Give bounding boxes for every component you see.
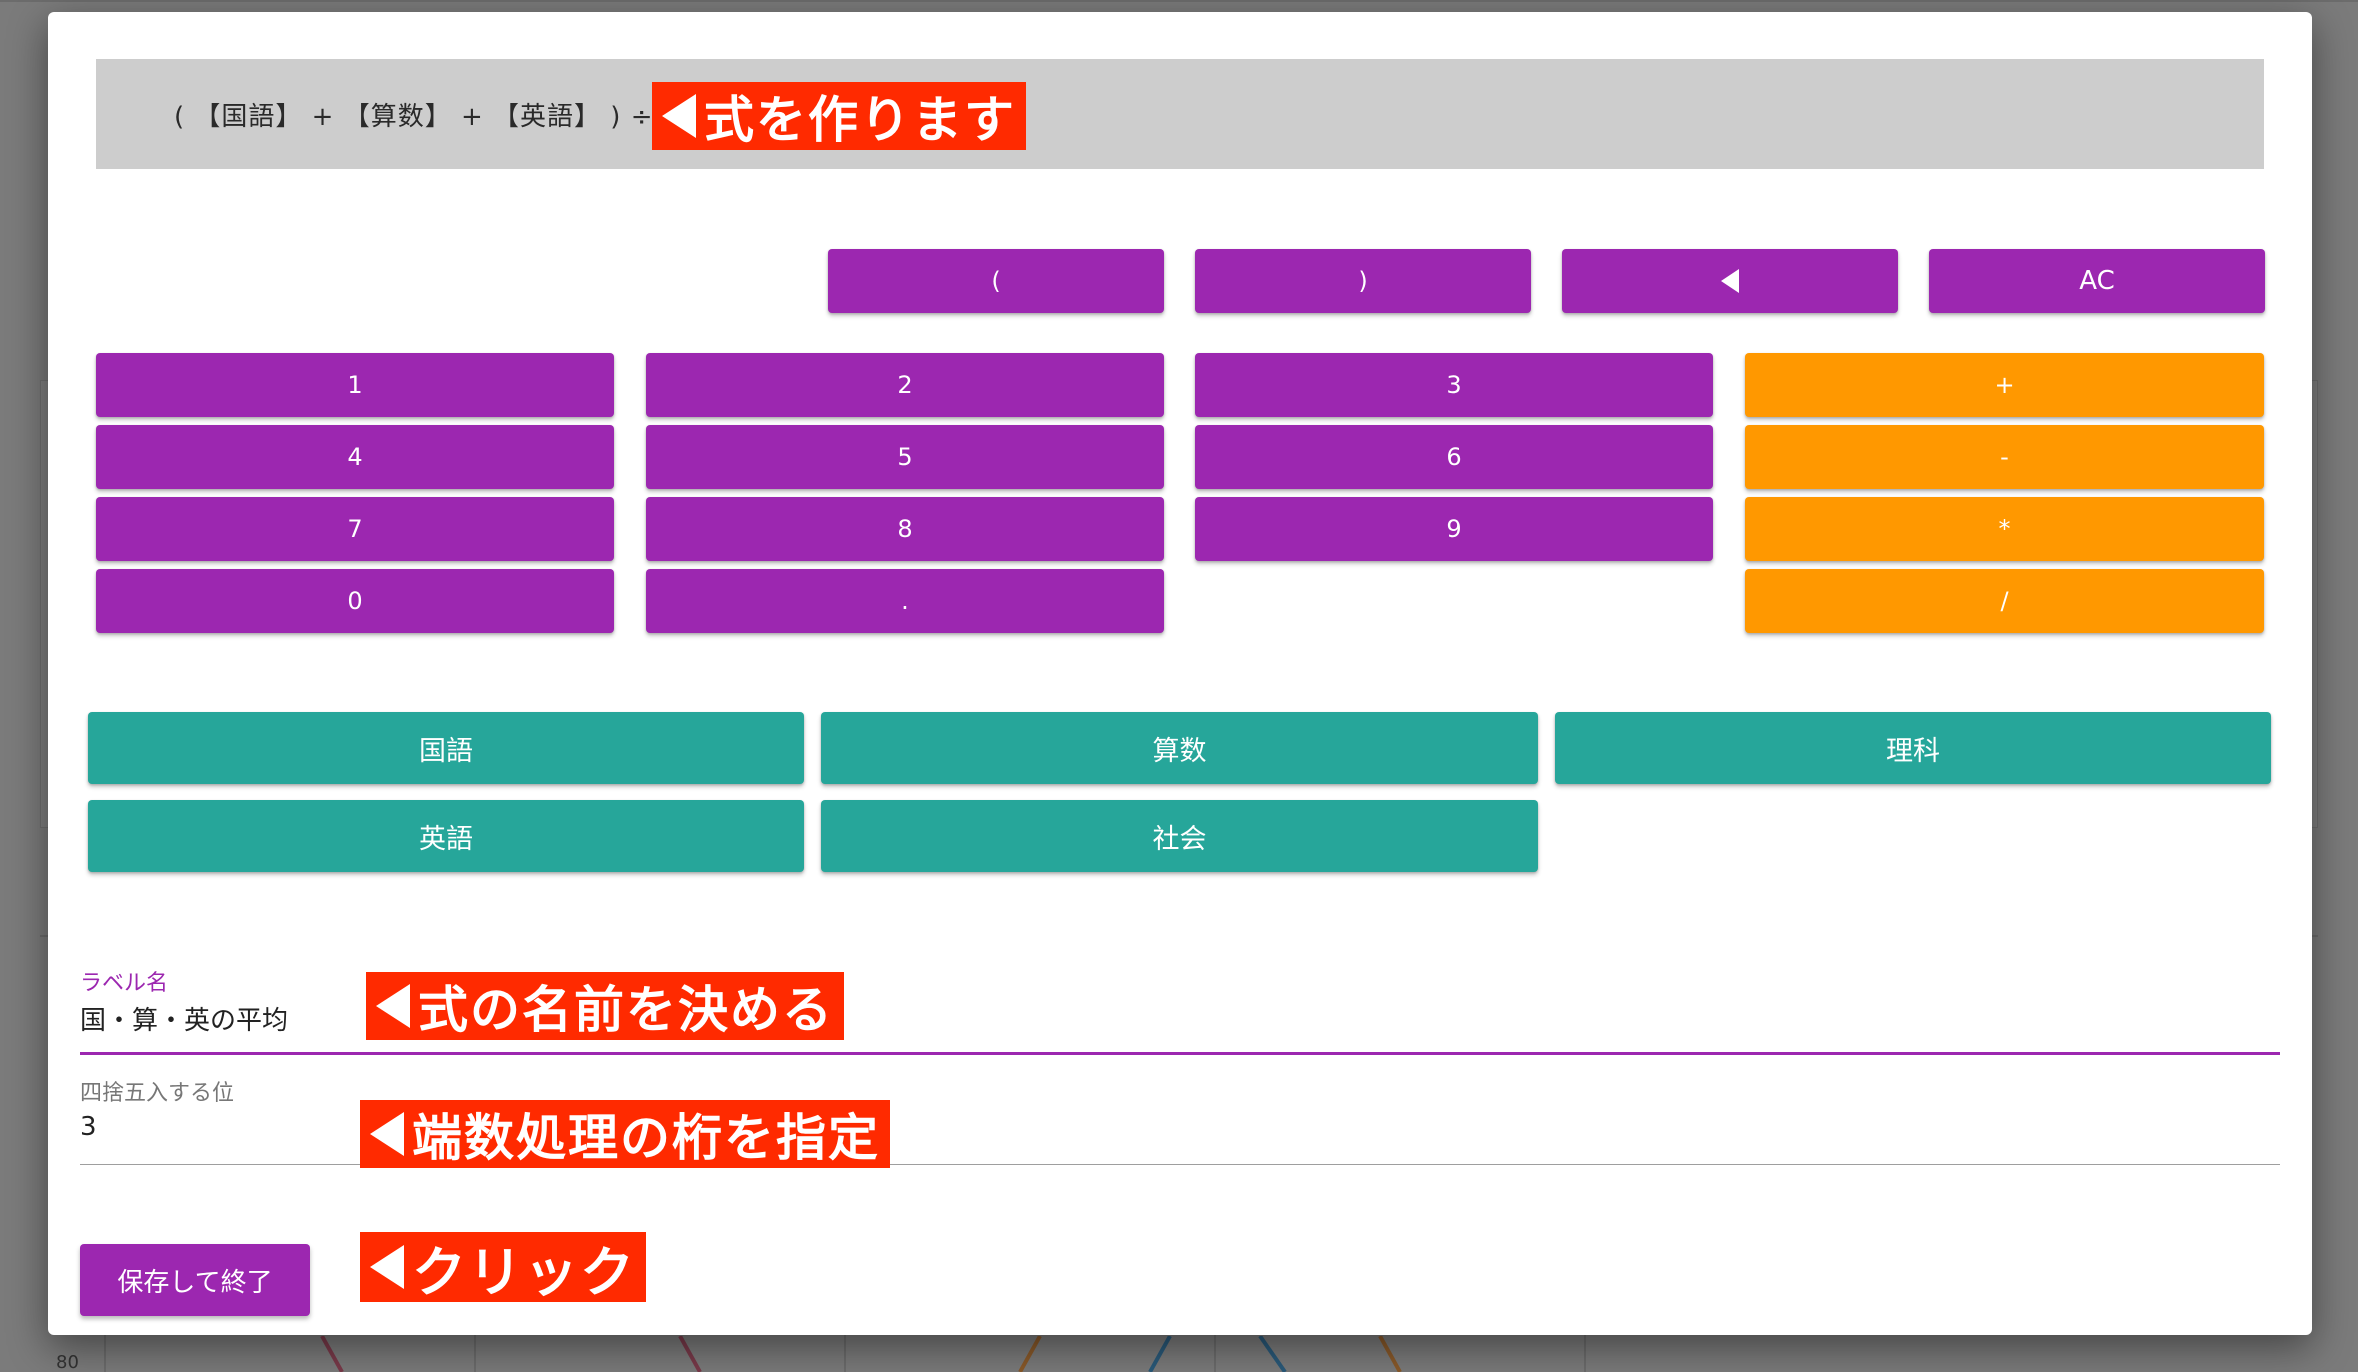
subject-label: 国語 [419, 735, 473, 767]
operator-label: + [1994, 371, 2015, 399]
digit-4-button[interactable]: 4 [96, 425, 614, 489]
digit-label: 1 [347, 371, 363, 399]
digit-6-button[interactable]: 6 [1195, 425, 1713, 489]
subject-label: 社会 [1152, 823, 1207, 855]
digit-label: 5 [897, 443, 913, 471]
digit-7-button[interactable]: 7 [96, 497, 614, 561]
subject-button-eigo[interactable]: 英語 [88, 800, 804, 872]
formula-editor-dialog: ( 【国語】 + 【算数】 + 【英語】 ) ÷ 3 式を作ります ( ) AC… [48, 12, 2312, 1335]
operator-label: - [2000, 443, 2009, 471]
digit-2-button[interactable]: 2 [646, 353, 1164, 417]
subject-label: 理科 [1886, 735, 1940, 767]
subject-button-kokugo[interactable]: 国語 [88, 712, 804, 784]
save-and-finish-label: 保存して終了 [117, 1267, 273, 1298]
annotation-formula-text: 式を作ります [704, 91, 1016, 149]
subject-button-sansu[interactable]: 算数 [821, 712, 1538, 784]
close-paren-button[interactable]: ) [1195, 249, 1531, 313]
digit-label: 9 [1446, 515, 1462, 543]
all-clear-button[interactable]: AC [1929, 249, 2265, 313]
open-paren-button[interactable]: ( [828, 249, 1164, 313]
rounding-field-label: 四捨五入する位 [80, 1081, 235, 1106]
label-name-underline [80, 1052, 2280, 1055]
pointer-arrow-icon [370, 1245, 404, 1289]
decimal-point-button[interactable]: . [646, 569, 1164, 633]
digit-label: 4 [347, 443, 363, 471]
digit-5-button[interactable]: 5 [646, 425, 1164, 489]
annotation-click-text: クリック [412, 1240, 636, 1304]
bg-chart-axis [104, 1330, 106, 1372]
digit-3-button[interactable]: 3 [1195, 353, 1713, 417]
annotation-click: クリック [360, 1232, 646, 1304]
subject-button-rika[interactable]: 理科 [1555, 712, 2271, 784]
operator-label: / [2000, 587, 2009, 615]
rounding-input[interactable]: 3 [80, 1112, 380, 1142]
plus-button[interactable]: + [1745, 353, 2264, 417]
subject-label: 英語 [419, 823, 473, 855]
pointer-arrow-icon [370, 1112, 404, 1156]
subject-label: 算数 [1152, 735, 1207, 767]
bg-axis-tick: 80 [56, 1352, 79, 1372]
minus-button[interactable]: - [1745, 425, 2264, 489]
close-paren-label: ) [1358, 267, 1368, 295]
digit-label: 2 [897, 371, 913, 399]
subject-button-shakai[interactable]: 社会 [821, 800, 1538, 872]
pointer-arrow-icon [376, 984, 410, 1028]
bg-chart-grid [1584, 1330, 1586, 1372]
annotation-rounding-text: 端数処理の桁を指定 [412, 1109, 880, 1167]
digit-9-button[interactable]: 9 [1195, 497, 1713, 561]
digit-label: 6 [1446, 443, 1462, 471]
pointer-arrow-icon [662, 94, 696, 138]
digit-label: 3 [1446, 371, 1462, 399]
formula-display: ( 【国語】 + 【算数】 + 【英語】 ) ÷ 3 [96, 59, 2264, 169]
digit-label: 7 [347, 515, 363, 543]
bg-chart-lines [320, 1336, 1402, 1372]
formula-expression: ( 【国語】 + 【算数】 + 【英語】 ) ÷ 3 [174, 101, 681, 132]
multiply-button[interactable]: * [1745, 497, 2264, 561]
label-name-input[interactable]: 国・算・英の平均 [80, 1000, 380, 1037]
digit-8-button[interactable]: 8 [646, 497, 1164, 561]
annotation-formula: 式を作ります [652, 82, 1026, 150]
operator-label: * [1998, 515, 2011, 543]
annotation-rounding: 端数処理の桁を指定 [360, 1100, 890, 1168]
backspace-button[interactable] [1562, 249, 1898, 313]
digit-label: . [901, 587, 909, 615]
open-paren-label: ( [991, 267, 1001, 295]
digit-label: 8 [897, 515, 913, 543]
digit-1-button[interactable]: 1 [96, 353, 614, 417]
save-and-finish-button[interactable]: 保存して終了 [80, 1244, 310, 1316]
backspace-icon [1721, 269, 1739, 293]
digit-0-button[interactable]: 0 [96, 569, 614, 633]
digit-label: 0 [347, 587, 363, 615]
annotation-label-text: 式の名前を決める [418, 981, 834, 1039]
bg-divider [0, 0, 2358, 2]
all-clear-label: AC [2079, 266, 2115, 296]
divide-button[interactable]: / [1745, 569, 2264, 633]
annotation-label: 式の名前を決める [366, 972, 844, 1040]
label-name-field-label: ラベル名 [80, 971, 169, 996]
